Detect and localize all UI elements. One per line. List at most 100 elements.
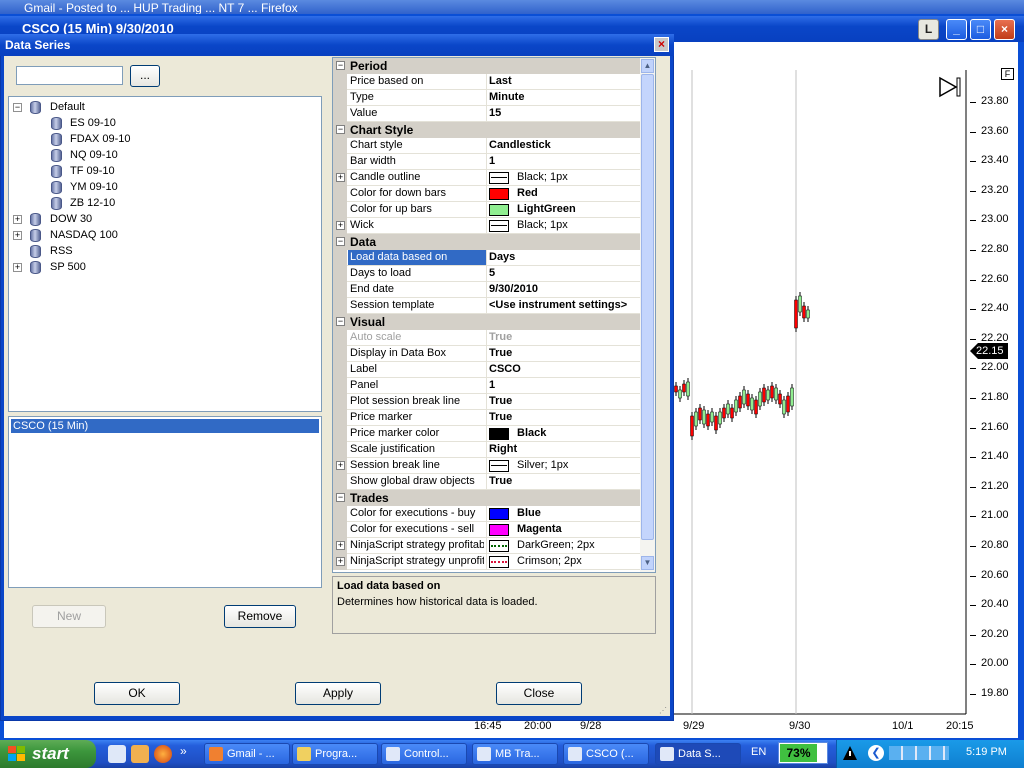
- tray-icons[interactable]: [889, 746, 949, 760]
- remove-button[interactable]: Remove: [224, 605, 296, 628]
- dialog-title[interactable]: Data Series: [0, 34, 674, 56]
- property-row[interactable]: Session template <Use instrument settings…: [333, 298, 640, 314]
- property-row[interactable]: Color for down bars Red: [333, 186, 640, 202]
- property-value[interactable]: Right: [489, 442, 517, 457]
- property-row[interactable]: Color for up bars LightGreen: [333, 202, 640, 218]
- property-row[interactable]: Load data based on Days: [333, 250, 640, 266]
- property-value[interactable]: True: [489, 474, 512, 489]
- scroll-up-icon[interactable]: ▲: [641, 59, 654, 73]
- property-value[interactable]: Magenta: [517, 522, 562, 537]
- property-row[interactable]: Scale justification Right: [333, 442, 640, 458]
- expand-icon[interactable]: +: [336, 173, 345, 182]
- expand-icon[interactable]: +: [13, 263, 22, 272]
- property-value[interactable]: True: [489, 346, 512, 361]
- property-value[interactable]: CSCO: [489, 362, 521, 377]
- property-row[interactable]: Show global draw objects True: [333, 474, 640, 490]
- property-value[interactable]: Red: [517, 186, 538, 201]
- warning-icon[interactable]: [842, 745, 858, 761]
- property-value[interactable]: 9/30/2010: [489, 282, 538, 297]
- tree-item[interactable]: NQ 09-10: [9, 147, 319, 163]
- taskbar-task[interactable]: Gmail - ...: [204, 743, 290, 765]
- expand-icon[interactable]: +: [13, 231, 22, 240]
- dialog-close-icon[interactable]: ×: [654, 37, 669, 52]
- property-row[interactable]: Chart style Candlestick: [333, 138, 640, 154]
- expand-icon[interactable]: +: [336, 221, 345, 230]
- property-value[interactable]: LightGreen: [517, 202, 576, 217]
- property-value[interactable]: Candlestick: [489, 138, 551, 153]
- chart-flag-box[interactable]: F: [1001, 68, 1014, 80]
- property-row[interactable]: Color for executions - buy Blue: [333, 506, 640, 522]
- collapse-icon[interactable]: −: [13, 103, 22, 112]
- property-value[interactable]: True: [489, 394, 512, 409]
- property-row[interactable]: End date 9/30/2010: [333, 282, 640, 298]
- new-button[interactable]: New: [32, 605, 106, 628]
- tree-item[interactable]: − Default: [9, 99, 319, 115]
- property-value[interactable]: Minute: [489, 90, 524, 105]
- collapse-icon[interactable]: −: [336, 493, 345, 502]
- property-row[interactable]: Bar width 1: [333, 154, 640, 170]
- tree-item[interactable]: YM 09-10: [9, 179, 319, 195]
- taskbar-task[interactable]: Progra...: [292, 743, 378, 765]
- clock[interactable]: 5:19 PM: [966, 746, 1007, 758]
- collapse-icon[interactable]: −: [336, 61, 345, 70]
- minimize-button[interactable]: _: [946, 19, 967, 40]
- property-value[interactable]: 1: [489, 154, 495, 169]
- property-row[interactable]: + Candle outline Black; 1px: [333, 170, 640, 186]
- tree-item[interactable]: + NASDAQ 100: [9, 227, 319, 243]
- tree-item[interactable]: + DOW 30: [9, 211, 319, 227]
- property-value[interactable]: 5: [489, 266, 495, 281]
- property-row[interactable]: Auto scale True: [333, 330, 640, 346]
- property-value[interactable]: Black; 1px: [517, 218, 568, 233]
- quicklaunch-more-icon[interactable]: »: [180, 744, 187, 758]
- series-list[interactable]: CSCO (15 Min): [8, 416, 322, 588]
- property-value[interactable]: 1: [489, 378, 495, 393]
- taskbar-task[interactable]: Control...: [381, 743, 467, 765]
- property-value[interactable]: Black: [517, 426, 546, 441]
- property-value[interactable]: Silver; 1px: [517, 458, 568, 473]
- property-row[interactable]: Price based on Last: [333, 74, 640, 90]
- expand-icon[interactable]: +: [336, 461, 345, 470]
- scroll-down-icon[interactable]: ▼: [641, 556, 654, 570]
- property-row[interactable]: Value 15: [333, 106, 640, 122]
- instrument-search-input[interactable]: [16, 66, 123, 85]
- tree-item[interactable]: RSS: [9, 243, 319, 259]
- scroll-to-end-icon[interactable]: [938, 76, 962, 98]
- property-row[interactable]: Plot session break line True: [333, 394, 640, 410]
- property-grid[interactable]: − Period Price based on Last Type Minute Value…: [332, 57, 656, 573]
- taskbar-task[interactable]: MB Tra...: [472, 743, 558, 765]
- property-category[interactable]: − Visual: [333, 314, 640, 330]
- property-value[interactable]: Last: [489, 74, 512, 89]
- property-row[interactable]: Price marker True: [333, 410, 640, 426]
- apply-button[interactable]: Apply: [295, 682, 381, 705]
- property-row[interactable]: + NinjaScript strategy profitable DarkGree…: [333, 538, 640, 554]
- tree-item[interactable]: FDAX 09-10: [9, 131, 319, 147]
- property-category[interactable]: − Data: [333, 234, 640, 250]
- property-row[interactable]: + NinjaScript strategy unprofitable Crimso…: [333, 554, 640, 570]
- series-list-item[interactable]: CSCO (15 Min): [11, 419, 319, 433]
- resize-grip-icon[interactable]: ⋰: [659, 706, 669, 716]
- expand-icon[interactable]: +: [13, 215, 22, 224]
- chart-close-button[interactable]: ×: [994, 19, 1015, 40]
- property-value[interactable]: Black; 1px: [517, 170, 568, 185]
- property-row[interactable]: Color for executions - sell Magenta: [333, 522, 640, 538]
- property-category[interactable]: − Period: [333, 58, 640, 74]
- property-value[interactable]: <Use instrument settings>: [489, 298, 627, 313]
- maximize-button[interactable]: □: [970, 19, 991, 40]
- taskbar-task[interactable]: Data S...: [655, 743, 741, 765]
- property-category[interactable]: − Chart Style: [333, 122, 640, 138]
- property-row[interactable]: Price marker color Black: [333, 426, 640, 442]
- expand-icon[interactable]: +: [336, 541, 345, 550]
- expand-icon[interactable]: +: [336, 557, 345, 566]
- tree-item[interactable]: + SP 500: [9, 259, 319, 275]
- property-row[interactable]: Type Minute: [333, 90, 640, 106]
- taskbar-task[interactable]: CSCO (...: [563, 743, 649, 765]
- property-value[interactable]: Days: [489, 250, 515, 265]
- property-row[interactable]: Display in Data Box True: [333, 346, 640, 362]
- browse-button[interactable]: ...: [130, 65, 160, 87]
- property-row[interactable]: + Session break line Silver; 1px: [333, 458, 640, 474]
- property-value[interactable]: True: [489, 410, 512, 425]
- scroll-thumb[interactable]: [641, 74, 654, 540]
- quicklaunch-explorer-icon[interactable]: [108, 745, 126, 763]
- property-value[interactable]: DarkGreen; 2px: [517, 538, 595, 553]
- tree-item[interactable]: ZB 12-10: [9, 195, 319, 211]
